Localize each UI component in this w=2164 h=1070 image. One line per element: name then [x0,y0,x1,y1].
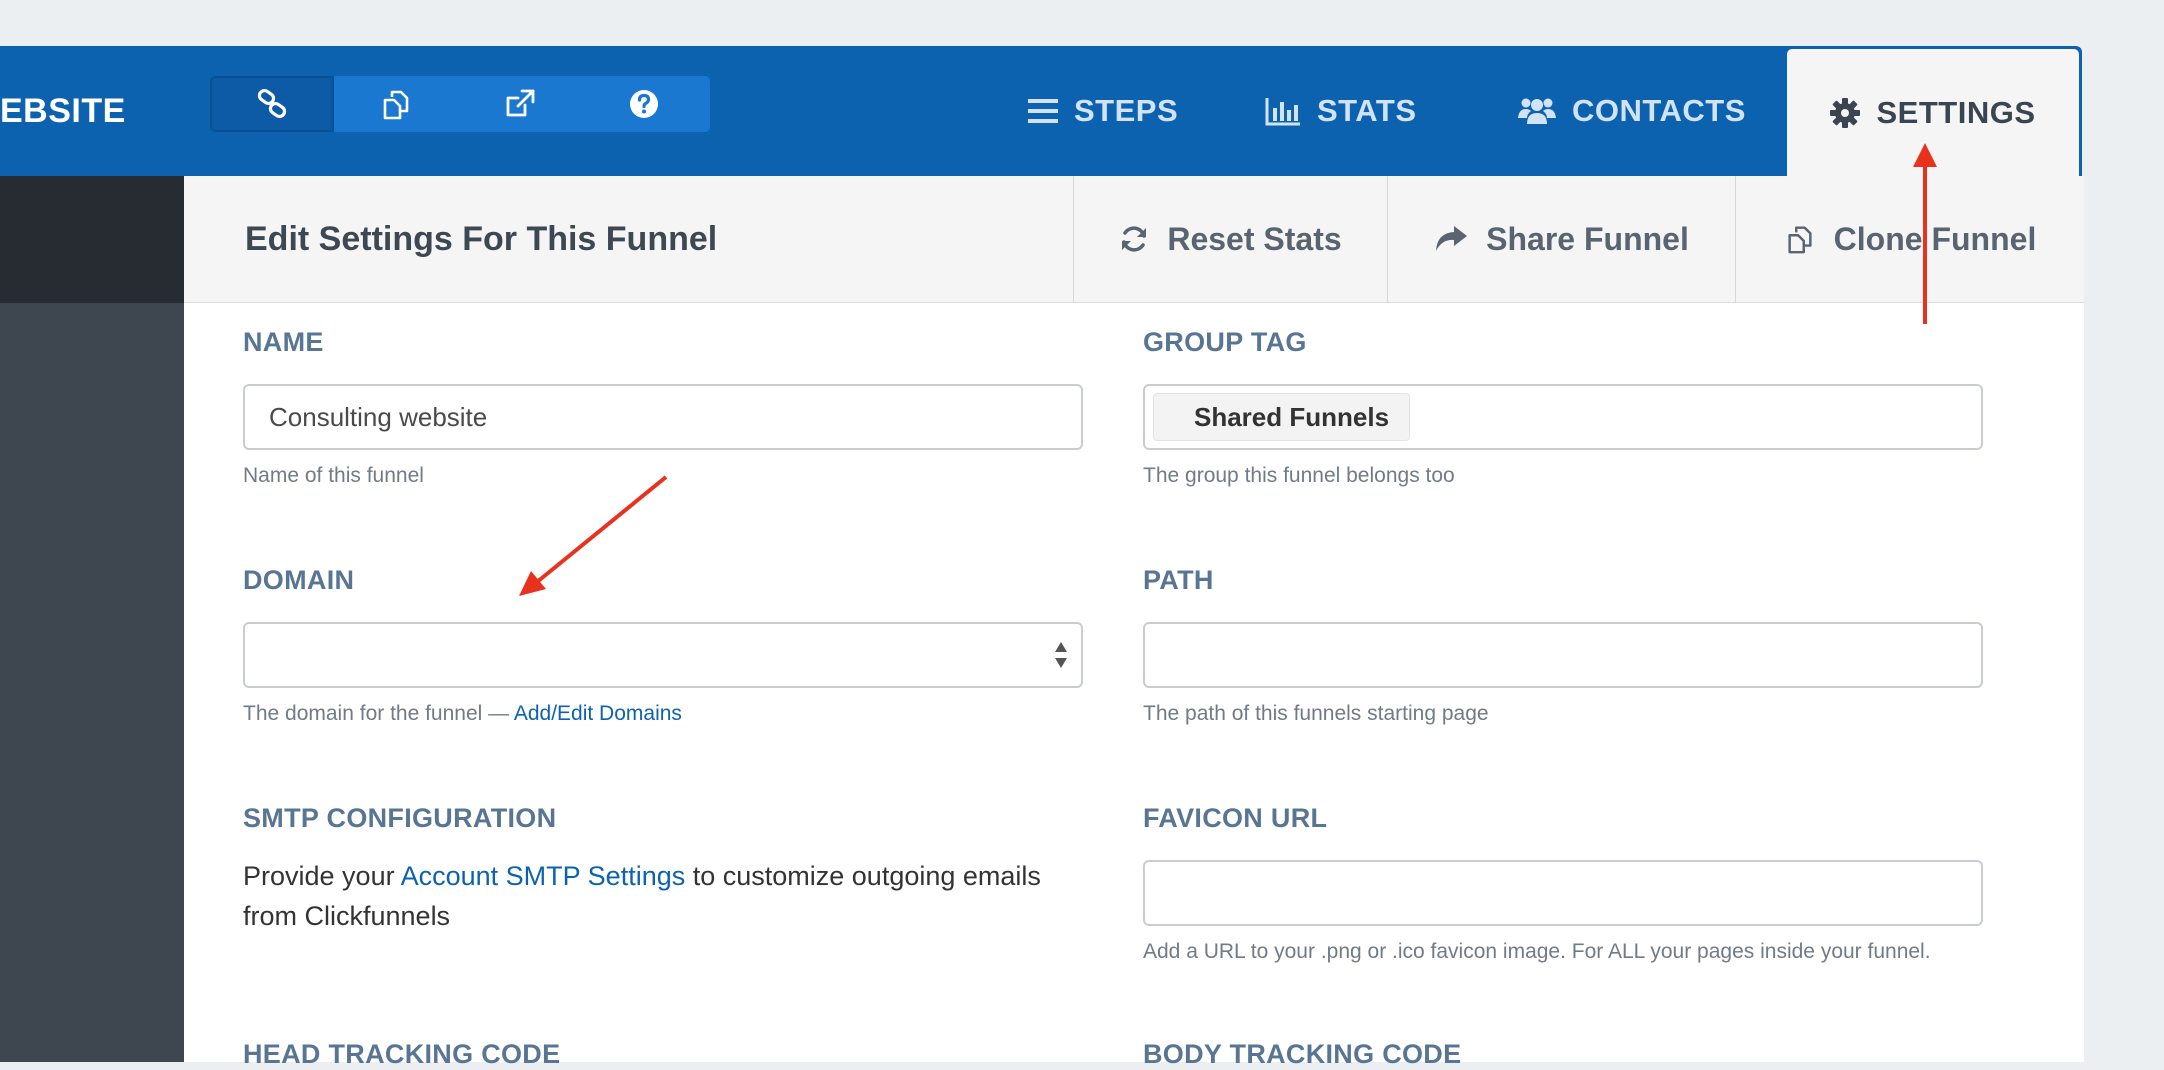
page-title: Edit Settings For This Funnel [245,220,718,258]
path-input[interactable] [1143,622,1983,688]
settings-subheader: Edit Settings For This Funnel Reset Stat… [184,176,2084,303]
name-label: NAME [243,327,324,357]
nav-stats-label: STATS [1317,93,1417,128]
path-help: The path of this funnels starting page [1143,702,1489,725]
group-tag-chip[interactable]: Shared Funnels [1153,393,1411,441]
nav-steps[interactable]: STEPS [1028,46,1178,176]
icon-toolbar [210,76,710,132]
domain-select[interactable] [243,622,1083,688]
nav-settings-label: SETTINGS [1876,94,2036,130]
external-link-button[interactable] [458,76,582,132]
help-button[interactable] [582,76,706,132]
nav-contacts-label: CONTACTS [1572,93,1746,128]
group-tag-input[interactable]: Shared Funnels [1143,384,1983,450]
users-icon [1518,98,1556,124]
clone-funnel-label: Clone Funnel [1833,220,2037,257]
copy-icon [383,90,409,120]
group-tag-label: GROUP TAG [1143,327,1307,357]
help-icon [630,90,658,118]
gear-icon [1830,97,1861,128]
sidebar-body [0,303,184,1062]
path-label: PATH [1143,565,1214,595]
funnel-name: EBSITE [0,92,126,130]
nav-steps-label: STEPS [1074,93,1179,128]
name-input[interactable]: Consulting website [243,384,1083,450]
favicon-label: FAVICON URL [1143,803,1328,833]
refresh-icon [1122,226,1147,252]
smtp-label: SMTP CONFIGURATION [243,803,557,833]
top-navigation-bar: EBSITE STEPS STATS CONTACTS SETTINGS [0,46,2082,176]
favicon-input[interactable] [1143,860,1983,926]
add-edit-domains-link[interactable]: Add/Edit Domains [514,702,682,725]
share-funnel-label: Share Funnel [1486,220,1689,257]
link-button[interactable] [210,76,334,132]
domain-help: The domain for the funnel — Add/Edit Dom… [243,702,682,726]
account-smtp-settings-link[interactable]: Account SMTP Settings [401,861,686,891]
left-sidebar [0,46,184,1062]
copy-button[interactable] [334,76,458,132]
external-link-icon [506,89,535,117]
domain-help-text: The domain for the funnel — [243,702,514,725]
reset-stats-button[interactable]: Reset Stats [1073,176,1387,302]
sidebar-header-area [0,176,184,303]
select-arrows-icon [1055,642,1067,668]
domain-label: DOMAIN [243,565,355,595]
clone-funnel-button[interactable]: Clone Funnel [1735,176,2084,302]
clone-icon [1788,226,1812,254]
bar-chart-icon [1265,98,1300,126]
name-help: Name of this funnel [243,464,424,487]
reset-stats-label: Reset Stats [1167,220,1342,257]
nav-settings[interactable]: SETTINGS [1787,49,2079,176]
head-tracking-label: HEAD TRACKING CODE [243,1039,561,1069]
body-tracking-label: BODY TRACKING CODE [1143,1039,1462,1069]
share-icon [1436,226,1468,251]
group-tag-help: The group this funnel belongs too [1143,464,1455,487]
nav-stats[interactable]: STATS [1265,46,1417,176]
settings-panel: Edit Settings For This Funnel Reset Stat… [184,176,2084,1069]
list-icon [1028,99,1058,123]
link-icon [257,88,287,119]
favicon-help: Add a URL to your .png or .ico favicon i… [1143,940,1931,963]
nav-contacts[interactable]: CONTACTS [1518,46,1746,176]
smtp-text-before: Provide your [243,861,401,891]
smtp-description: Provide your Account SMTP Settings to cu… [243,856,1083,936]
share-funnel-button[interactable]: Share Funnel [1387,176,1735,302]
